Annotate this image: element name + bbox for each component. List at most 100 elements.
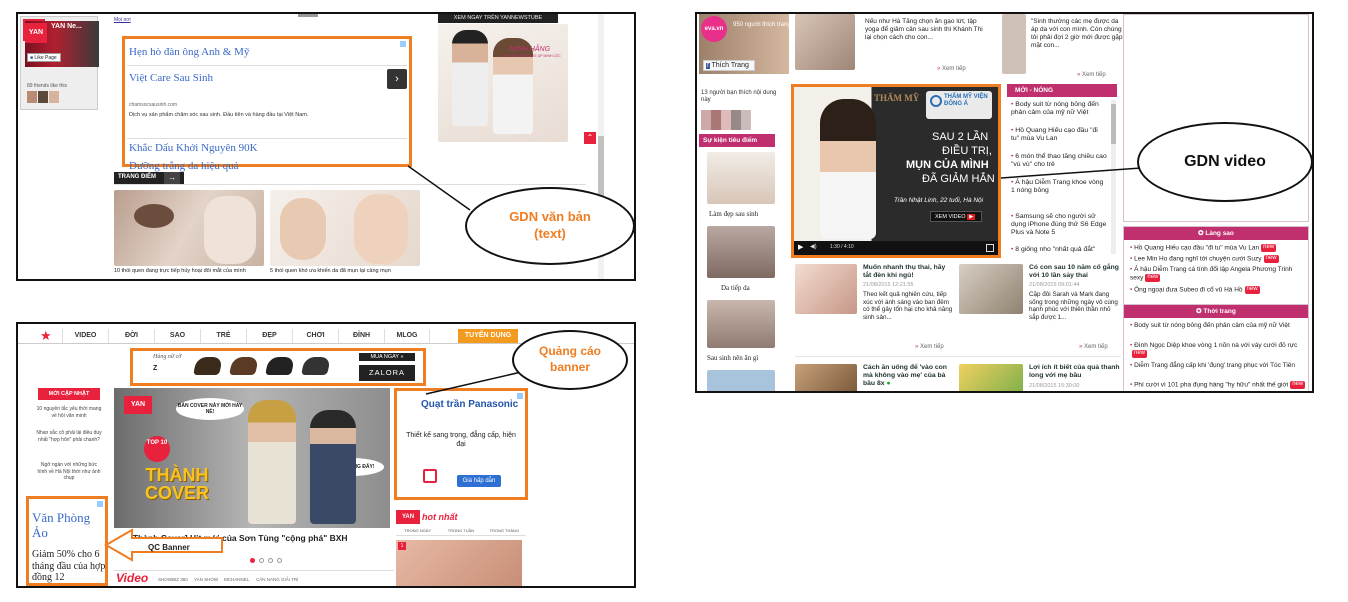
gdn-text-ad[interactable]: Hẹn hò đàn ông Anh & Mỹ Việt Care Sau Si…	[122, 36, 412, 172]
ad-link-3[interactable]: Dưỡng trắng da hiệu quả	[129, 160, 239, 173]
box-item[interactable]: • Diễm Trang đẳng cấp khi 'đụng' trang p…	[1130, 362, 1306, 370]
hot-tab[interactable]: TRONG THÁNG	[483, 526, 526, 535]
promo-banner[interactable]: XEM NGAY TRÊN YANNEWSTUBE	[438, 14, 558, 23]
side-image[interactable]	[707, 152, 775, 204]
article-image[interactable]	[795, 264, 857, 314]
box-item[interactable]: • Phí cười vì 101 pha đụng hàng "hy hữu"…	[1130, 381, 1306, 390]
play-icon[interactable]: ▶	[798, 244, 803, 252]
nav-dinh[interactable]: ĐỈNH	[338, 329, 384, 343]
carousel-dot[interactable]	[259, 558, 264, 563]
right-ad-title[interactable]: Quạt trần Panasonic	[421, 399, 518, 411]
banner-ad-top[interactable]: Hàng nữ cỡ Z MUA NGAY » ZALORA	[130, 348, 426, 386]
section-header[interactable]: TRANG ĐIỂM →	[114, 172, 184, 184]
video-tab[interactable]: MCHANNEL	[224, 577, 249, 582]
side-item[interactable]: Nhan sắc cô phải lái điều duy nhất "hợp …	[36, 430, 102, 443]
hot-tab[interactable]: TRONG NGÀY	[396, 526, 439, 535]
article-image[interactable]	[795, 364, 857, 391]
news-item[interactable]: • Body suit từ nóng bỏng đến phản cảm củ…	[1011, 101, 1107, 117]
article-title[interactable]: 5 thói quen khó ưa khiến da đã mụn lại c…	[270, 268, 430, 275]
video-label[interactable]: Video	[116, 571, 148, 586]
carousel-dot[interactable]	[268, 558, 273, 563]
article-image[interactable]	[795, 14, 855, 70]
watch-video-button[interactable]: XEM VIDEO ▶	[930, 211, 982, 222]
nav-dep[interactable]: ĐẸP	[246, 329, 292, 343]
nav-video[interactable]: VIDEO	[62, 329, 108, 343]
news-item[interactable]: • Hồ Quang Hiếu cạo đầu "đi tu" mùa Vu L…	[1011, 127, 1107, 143]
article-title[interactable]: Có con sau 10 năm cố gắng với 10 lần sảy…	[1029, 264, 1121, 280]
banner-ad-left[interactable]: Văn Phòng Ảo Giảm 50% cho 6 tháng đầu củ…	[26, 496, 108, 586]
box-item[interactable]: • Lee Min Ho đang nghĩ tới chuyện cưới S…	[1130, 255, 1306, 264]
video-tab[interactable]: CĂN NANG GIẢI TRÍ	[256, 577, 298, 582]
article-title[interactable]: Muốn nhanh thụ thai, hãy tắt đèn khi ngủ…	[863, 264, 953, 280]
side-item[interactable]: 10 nguyên tắc yêu thời mang về hội văn m…	[36, 406, 102, 419]
article-title[interactable]: Cách ăn uống để 'vào con mà không vào mẹ…	[863, 364, 953, 388]
box-item[interactable]: • Body suit từ nóng bỏng đến phản cảm củ…	[1130, 322, 1306, 330]
carousel-dot-active[interactable]	[250, 558, 255, 563]
side-item-title[interactable]: Da tiếp da	[721, 284, 750, 292]
article-image[interactable]	[959, 264, 1023, 314]
article-excerpt[interactable]: Nếu như Hà Tăng chọn ăn gạo lứt, tập yog…	[865, 18, 985, 42]
left-ad-title[interactable]: Văn Phòng Ảo	[32, 510, 106, 541]
side-item[interactable]: Ngỡ ngàn với những bức hình về Hà Nội th…	[36, 462, 102, 482]
side-item-title[interactable]: Làm đẹp sau sinh	[709, 210, 758, 218]
carousel-dot[interactable]	[277, 558, 282, 563]
box-item[interactable]: • Hồ Quang Hiếu cạo đầu "đi tu" mùa Vu L…	[1130, 244, 1306, 253]
side-item-title[interactable]: Sau sinh nên ăn gì	[707, 354, 758, 362]
ad-headline[interactable]: Việt Care Sau Sinh	[129, 72, 213, 85]
adchoices-icon[interactable]	[97, 501, 103, 507]
article-image[interactable]	[270, 190, 420, 266]
side-image[interactable]	[707, 226, 775, 278]
news-item[interactable]: • 8 giống nho "nhất quả đắt"	[1011, 246, 1107, 254]
see-more-link[interactable]: » Xem tiếp	[937, 66, 966, 73]
home-star-icon[interactable]: ★	[40, 328, 52, 344]
article-image[interactable]	[114, 190, 264, 266]
promo-image[interactable]: MINH HẰNG CHUYÊN VIÊN MAKE UP MINH LỘC	[438, 24, 568, 142]
banner-brand[interactable]: ZALORA	[359, 365, 415, 381]
banner-ad-right[interactable]: Quạt trần Panasonic Thiết kế sang trọng,…	[394, 388, 528, 500]
scroll-top-button[interactable]: ⌃	[584, 132, 596, 144]
side-image[interactable]	[707, 370, 775, 391]
video-tab[interactable]: SHOWBIZ 360	[158, 577, 188, 582]
side-image[interactable]	[707, 300, 775, 348]
scrollbar-thumb[interactable]	[598, 136, 604, 196]
article-image[interactable]	[1002, 14, 1026, 74]
ad-link-1[interactable]: Hẹn hò đàn ông Anh & Mỹ	[129, 46, 249, 59]
ad-url[interactable]: chamsocsausinh.com	[129, 102, 177, 109]
nav-choi[interactable]: CHƠI	[292, 329, 338, 343]
carousel-dots[interactable]	[250, 558, 290, 564]
fullscreen-icon[interactable]	[986, 244, 994, 252]
article-title[interactable]: Lợi ích ít biết của quả thanh long với m…	[1029, 364, 1121, 380]
see-more-link[interactable]: » Xem tiếp	[915, 344, 944, 351]
box-item[interactable]: • Đình Ngọc Diệp khoe vòng 1 nõn nà với …	[1130, 342, 1306, 359]
news-item[interactable]: • Samsung sẽ cho người sử dụng iPhone đú…	[1011, 213, 1107, 237]
nav-sao[interactable]: SAO	[154, 329, 200, 343]
nav-doi[interactable]: ĐỜI	[108, 329, 154, 343]
hot-image[interactable]: 1	[396, 540, 522, 586]
video-tab[interactable]: YAN SHOW	[194, 577, 218, 582]
adchoices-icon[interactable]	[400, 41, 406, 47]
box-item[interactable]: • Á hậu Diễm Trang cá tính đổi lập Angel…	[1130, 266, 1306, 283]
article-excerpt[interactable]: "Sinh thường các mẹ được da áp da với co…	[1031, 18, 1125, 51]
volume-icon[interactable]: ◀)	[810, 244, 817, 251]
video-frame[interactable]: THẨM MỸ THẨM MỸ VIỆN ĐÔNG Á SAU 2 LẦN ĐI…	[794, 87, 998, 241]
see-more-link[interactable]: » Xem tiếp	[1077, 72, 1106, 79]
ad-arrow-button[interactable]: ›	[387, 69, 407, 89]
article-image[interactable]	[959, 364, 1023, 391]
right-ad-button[interactable]: Giá hấp dẫn	[457, 475, 501, 487]
gdn-video-ad[interactable]: THẨM MỸ THẨM MỸ VIỆN ĐÔNG Á SAU 2 LẦN ĐI…	[791, 84, 1001, 258]
nav-mlog[interactable]: MLOG	[384, 329, 430, 343]
ad-link-2[interactable]: Khắc Dấu Khởi Nguyên 90K	[129, 142, 258, 155]
video-controls[interactable]: ▶ ◀) 1:30 / 4:10	[794, 241, 998, 255]
hot-tab[interactable]: TRONG TUẦN	[439, 526, 482, 535]
feature-image[interactable]: YAN BẢN COVER NÀY MỚI HAY NÈ! THẬT KHÔNG…	[114, 388, 390, 528]
like-page-button[interactable]: f Thích Trang	[703, 60, 755, 71]
top-link[interactable]: Mọi nơi	[114, 17, 131, 24]
like-page-button[interactable]: ■ Like Page	[27, 53, 61, 62]
see-more-link[interactable]: » Xem tiếp	[1079, 344, 1108, 351]
article-title[interactable]: 10 thói quen đang trực tiếp hủy hoại đôi…	[114, 268, 266, 275]
box-item[interactable]: • Ông ngoại đưa Subeo đi cổ vũ Hà Hồ new	[1130, 286, 1306, 295]
scrollbar-thumb[interactable]	[1111, 104, 1116, 144]
nav-tre[interactable]: TRẺ	[200, 329, 246, 343]
nav-tuyen-dung[interactable]: TUYỂN DỤNG	[458, 329, 518, 343]
banner-cta[interactable]: MUA NGAY »	[359, 353, 415, 361]
